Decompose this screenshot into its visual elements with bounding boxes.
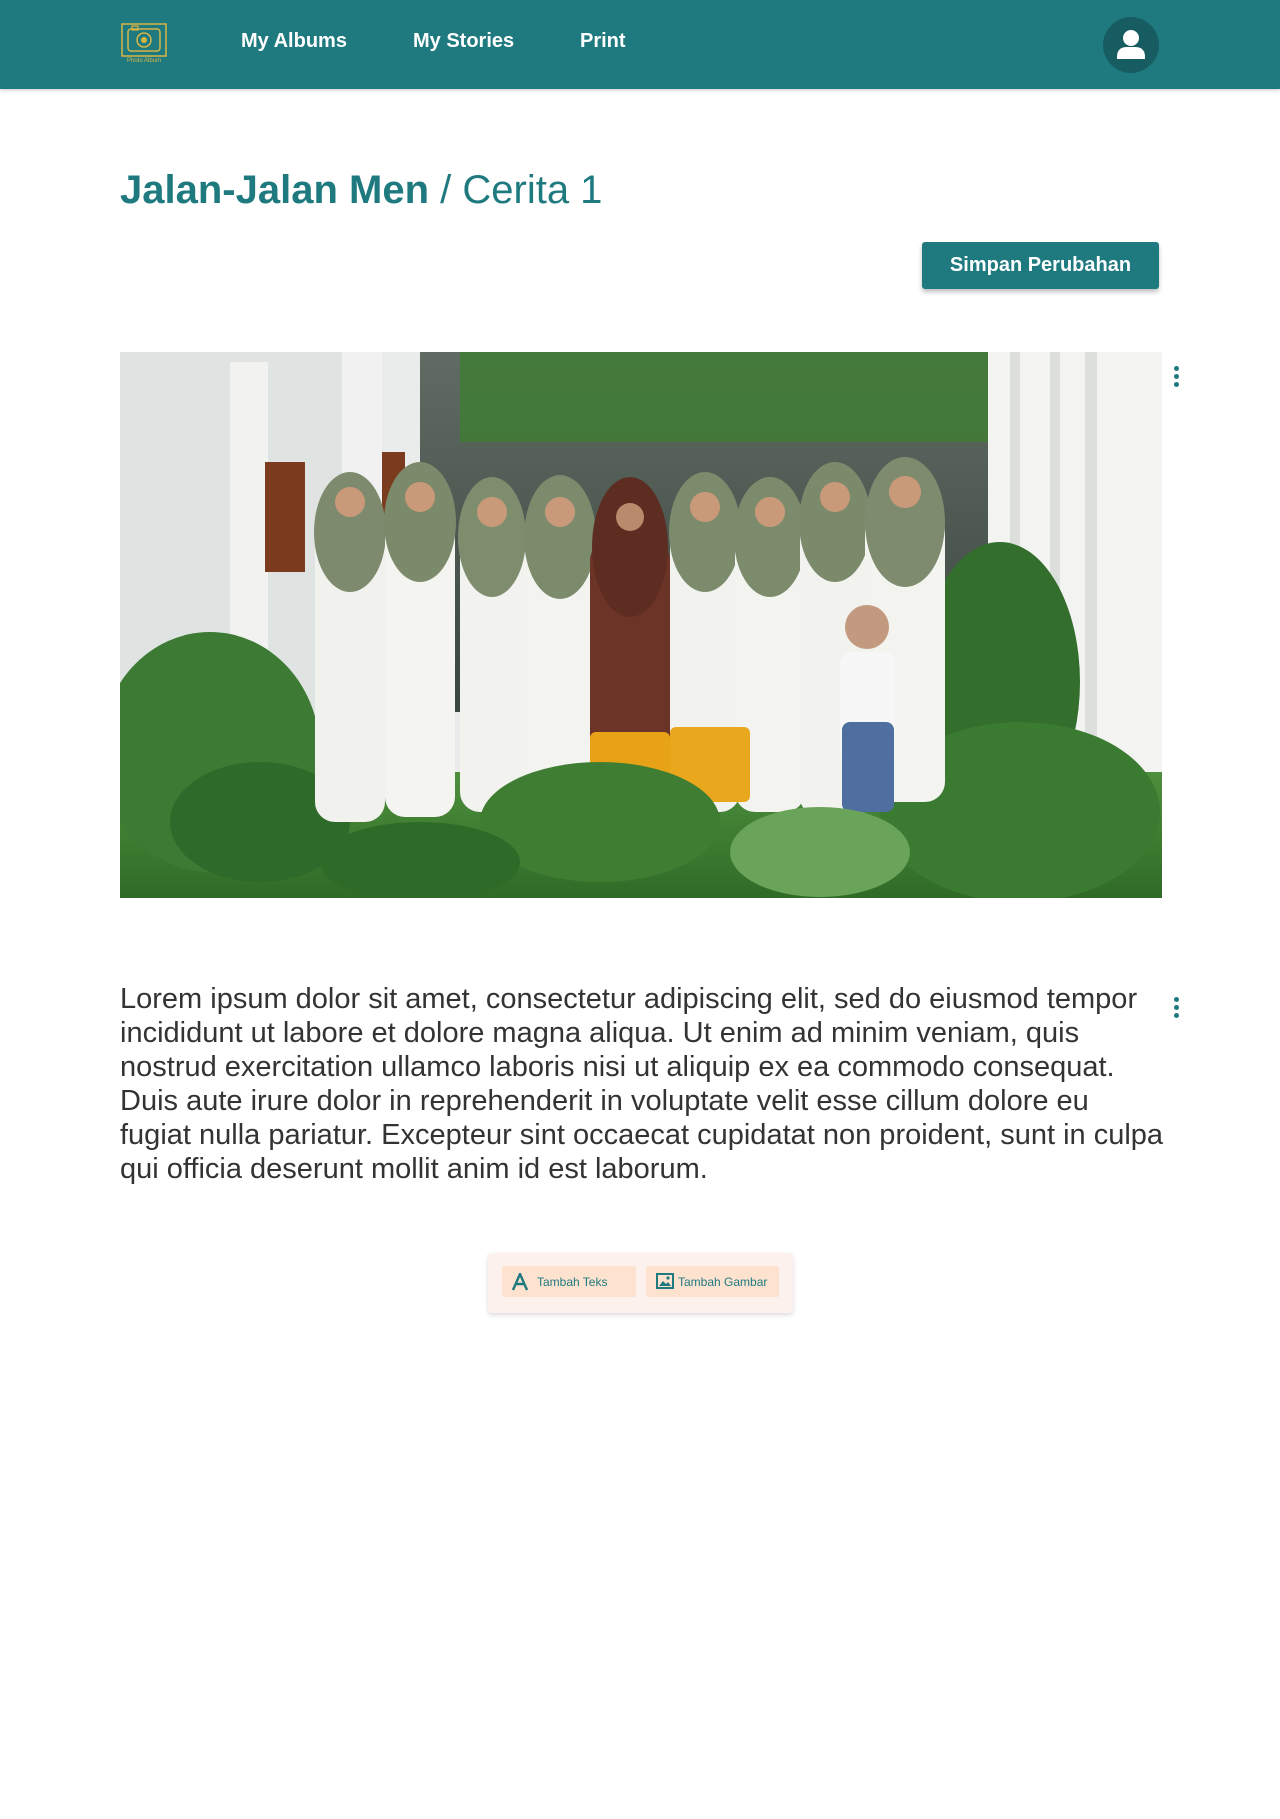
nav-my-albums[interactable]: My Albums: [241, 30, 347, 53]
title-separator: /: [429, 168, 463, 212]
photo-options-menu-icon[interactable]: [1171, 366, 1181, 392]
page-title: Jalan-Jalan Men / Cerita 1: [120, 168, 602, 213]
album-name[interactable]: Jalan-Jalan Men: [120, 168, 429, 212]
profile-avatar[interactable]: [1103, 17, 1159, 73]
add-text-button[interactable]: Tambah Teks: [502, 1266, 636, 1297]
logo-text: Photo Album: [126, 58, 162, 64]
nav-my-stories[interactable]: My Stories: [413, 30, 514, 53]
group-photo-image: [120, 352, 1162, 898]
story-name: Cerita 1: [462, 168, 603, 212]
photo-album-logo[interactable]: Photo Album: [120, 20, 168, 68]
nav-print[interactable]: Print: [580, 30, 626, 53]
text-options-menu-icon[interactable]: [1171, 997, 1181, 1023]
story-photo[interactable]: [120, 352, 1162, 898]
story-text-block[interactable]: Lorem ipsum dolor sit amet, consectetur …: [120, 982, 1165, 1186]
add-image-label: Tambah Gambar: [678, 1275, 768, 1289]
user-icon: [1117, 30, 1145, 59]
add-text-label: Tambah Teks: [537, 1275, 608, 1289]
text-icon: [512, 1273, 528, 1291]
image-icon: [656, 1273, 674, 1289]
navbar: Photo Album My Albums My Stories Print: [0, 0, 1280, 89]
add-content-toolbar: Tambah Teks Tambah Gambar: [488, 1253, 793, 1313]
add-image-button[interactable]: Tambah Gambar: [646, 1266, 779, 1297]
save-changes-button[interactable]: Simpan Perubahan: [922, 242, 1159, 289]
camera-icon: [121, 23, 167, 57]
